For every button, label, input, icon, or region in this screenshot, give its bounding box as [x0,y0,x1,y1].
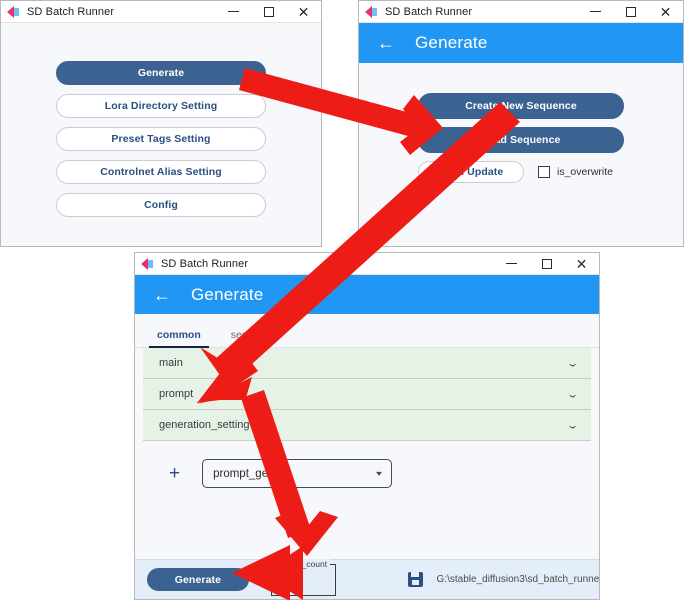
accordion-label: main [159,357,183,369]
generate-button[interactable]: Generate [147,568,249,591]
window-controls: ✕ [578,1,683,22]
close-button[interactable]: ✕ [648,1,683,22]
accordion-row-generation-setting[interactable]: generation_setting ⌄ [143,410,591,441]
chevron-down-icon: ▾ [376,469,383,478]
load-sequence-button[interactable]: Load Sequence [418,127,624,153]
chevron-down-icon[interactable]: ⌄ [566,419,578,430]
checkbox-icon[interactable] [538,166,550,178]
close-icon: ✕ [297,3,310,20]
window-title: SD Batch Runner [161,257,249,270]
tab-bar: common seq [135,314,599,348]
window-controls: ✕ [494,253,599,274]
app-logo-icon [141,257,155,271]
menu-button-generate[interactable]: Generate [56,61,266,85]
create-new-sequence-button[interactable]: Create New Sequence [418,93,624,119]
accordion-row-prompt[interactable]: prompt ⌄ [143,379,591,410]
minimize-icon [228,11,239,12]
app-logo-icon [7,5,21,19]
accordion-label: generation_setting [159,419,250,431]
minimize-button[interactable] [578,1,613,22]
settings-accordion: main ⌄ prompt ⌄ generation_setting ⌄ [135,348,599,441]
load-update-button[interactable]: Load Update [418,161,524,183]
close-icon: ✕ [575,255,588,272]
sequence-body: ← Generate common seq main ⌄ prompt ⌄ ge… [135,275,599,599]
menu-button-lora-directory-setting[interactable]: Lora Directory Setting [56,94,266,118]
maximize-icon [625,6,636,17]
accordion-label: prompt [159,388,194,400]
minimize-icon [590,11,601,12]
output-path-text: G:\stable_diffusion3\sd_batch_runner [436,574,599,585]
chevron-down-icon[interactable]: ⌄ [566,388,578,399]
module-picker-row: + prompt_gen ▾ [135,441,599,488]
main-menu-list: Generate Lora Directory Setting Preset T… [1,23,321,217]
generate-actions: Create New Sequence Load Sequence Load U… [359,63,683,183]
maximize-button[interactable] [613,1,648,22]
titlebar-generate: SD Batch Runner ✕ [359,1,683,23]
menu-button-preset-tags-setting[interactable]: Preset Tags Setting [56,127,266,151]
tab-common[interactable]: common [149,329,209,348]
main-menu-body: Generate Lora Directory Setting Preset T… [1,23,321,246]
window-title: SD Batch Runner [27,5,115,18]
generate-body: ← Generate Create New Sequence Load Sequ… [359,23,683,246]
status-bar: Generate batch_count 1 G:\stable_diffusi… [135,558,599,599]
close-button[interactable]: ✕ [286,1,321,22]
menu-button-config[interactable]: Config [56,193,266,217]
is-overwrite-checkbox[interactable]: is_overwrite [538,166,613,178]
maximize-icon [263,6,274,17]
close-icon: ✕ [659,3,672,20]
add-icon[interactable]: + [169,464,180,483]
batch-count-label: batch_count [277,558,331,569]
page-title: Generate [415,33,488,52]
back-arrow-icon[interactable]: ← [377,34,395,52]
page-title: Generate [191,284,264,304]
chevron-down-icon[interactable]: ⌄ [566,357,578,368]
titlebar-sequence: SD Batch Runner ✕ [135,253,599,275]
minimize-button[interactable] [494,253,529,274]
is-overwrite-label: is_overwrite [557,166,614,178]
batch-count-field[interactable]: batch_count 1 [270,558,336,596]
maximize-icon [541,258,552,269]
window-controls: ✕ [216,1,321,22]
module-select-value: prompt_gen [213,467,275,480]
appbar-sequence: ← Generate [135,275,599,314]
batch-count-value: 1 [278,573,285,586]
accordion-row-main[interactable]: main ⌄ [143,348,591,379]
close-button[interactable]: ✕ [564,253,599,274]
titlebar-main: SD Batch Runner ✕ [1,1,321,23]
maximize-button[interactable] [251,1,286,22]
maximize-button[interactable] [529,253,564,274]
app-logo-icon [365,5,379,19]
back-arrow-icon[interactable]: ← [153,286,171,304]
module-select[interactable]: prompt_gen ▾ [202,459,393,488]
window-main-menu[interactable]: SD Batch Runner ✕ Generate Lora Director… [0,0,322,247]
tab-seq[interactable]: seq [227,329,252,347]
save-icon[interactable] [407,572,423,587]
window-generate[interactable]: SD Batch Runner ✕ ← Generate Create New … [358,0,684,247]
minimize-button[interactable] [216,1,251,22]
load-update-row: Load Update is_overwrite [418,161,624,183]
minimize-icon [506,263,517,264]
appbar-generate: ← Generate [359,23,683,63]
menu-button-controlnet-alias-setting[interactable]: Controlnet Alias Setting [56,160,266,184]
window-sequence-editor[interactable]: SD Batch Runner ✕ ← Generate common seq … [134,252,600,600]
window-title: SD Batch Runner [385,5,473,18]
